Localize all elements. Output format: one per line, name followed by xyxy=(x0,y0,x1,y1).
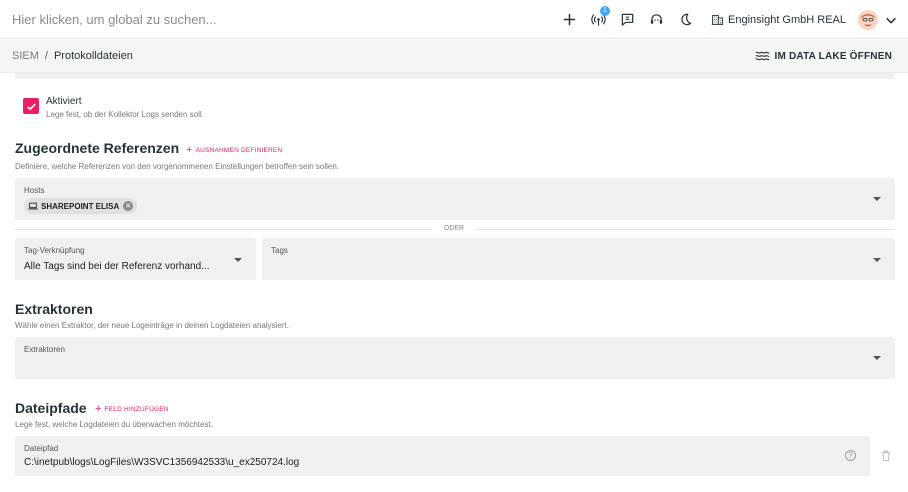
extractors-heading: Extraktoren xyxy=(15,301,93,317)
host-chip[interactable]: SHAREPOINT ELISA ✕ xyxy=(24,198,138,214)
plus-icon: + xyxy=(95,403,102,415)
building-icon xyxy=(711,14,724,25)
extractors-description: Wähle einen Extraktor, der neue Logeintr… xyxy=(15,321,289,330)
tag-link-label: Tag-Verknüpfung xyxy=(24,246,85,255)
laptop-icon xyxy=(28,202,38,210)
filepaths-heading: Dateipfade xyxy=(15,400,87,416)
trash-icon[interactable] xyxy=(881,450,891,461)
add-field-label: FELD HINZUFÜGEN xyxy=(104,406,169,413)
references-heading: Zugeordnete Referenzen xyxy=(15,140,180,156)
activated-label: Aktiviert xyxy=(46,96,82,107)
define-exceptions-label: AUSNAHMEN DEFINIEREN xyxy=(195,147,283,154)
activated-checkbox[interactable] xyxy=(23,98,39,114)
breadcrumb: SIEM / Protokolldateien xyxy=(12,50,133,62)
top-bar: Hier klicken, um global zu suchen... 1 E… xyxy=(0,0,908,39)
activated-description: Lege fest, ob der Kollektor Logs senden … xyxy=(46,110,204,119)
add-field-button[interactable]: + FELD HINZUFÜGEN xyxy=(95,404,169,415)
dropdown-arrow-icon xyxy=(234,258,242,262)
organization-name: Enginsight GmbH REAL xyxy=(728,13,846,26)
extractors-select[interactable]: Extraktoren xyxy=(15,337,895,379)
help-icon[interactable]: ? xyxy=(845,450,856,461)
define-exceptions-button[interactable]: + AUSNAHMEN DEFINIEREN xyxy=(186,145,282,156)
or-divider: ODER xyxy=(443,225,465,232)
check-icon xyxy=(26,103,36,110)
plus-icon: + xyxy=(186,144,193,156)
open-data-lake-button[interactable]: IM DATA LAKE ÖFFNEN xyxy=(755,50,893,62)
organization-switcher[interactable]: Enginsight GmbH REAL xyxy=(711,13,846,26)
waves-icon xyxy=(755,51,770,61)
tags-select[interactable]: Tags xyxy=(262,238,895,280)
top-bar-actions: 1 Enginsight GmbH REAL xyxy=(552,0,908,39)
filepath-label: Dateipfad xyxy=(24,444,59,453)
open-data-lake-label: IM DATA LAKE ÖFFNEN xyxy=(774,50,892,62)
dropdown-arrow-icon xyxy=(873,258,881,262)
chat-icon[interactable] xyxy=(615,8,639,32)
filepaths-description: Lege fest, welche Logdateien du überwach… xyxy=(15,420,213,429)
host-chip-label: SHAREPOINT ELISA xyxy=(41,201,120,211)
hosts-label: Hosts xyxy=(24,186,45,195)
avatar[interactable] xyxy=(858,9,878,30)
hosts-select[interactable]: Hosts SHAREPOINT ELISA ✕ xyxy=(15,178,895,220)
dark-mode-icon[interactable] xyxy=(673,8,697,32)
broadcast-icon[interactable]: 1 xyxy=(586,5,610,32)
dropdown-arrow-icon xyxy=(873,356,881,360)
global-search-input[interactable]: Hier klicken, um global zu suchen... xyxy=(12,12,216,27)
tag-link-select[interactable]: Tag-Verknüpfung Alle Tags sind bei der R… xyxy=(15,238,256,280)
breadcrumb-separator: / xyxy=(44,50,48,62)
tag-link-value: Alle Tags sind bei der Referenz vorhand.… xyxy=(24,261,210,272)
breadcrumb-bar: SIEM / Protokolldateien IM DATA LAKE ÖFFNE… xyxy=(0,40,908,73)
filepath-input[interactable]: Dateipfad C:\inetpub\logs\LogFiles\W3SVC… xyxy=(15,436,870,476)
section-divider xyxy=(15,73,895,79)
remove-chip-icon[interactable]: ✕ xyxy=(123,201,134,211)
chevron-down-icon[interactable] xyxy=(884,13,898,27)
filepath-value: C:\inetpub\logs\LogFiles\W3SVC1356942533… xyxy=(24,457,300,468)
breadcrumb-root[interactable]: SIEM xyxy=(12,50,39,62)
dropdown-arrow-icon xyxy=(873,197,881,201)
breadcrumb-current: Protokolldateien xyxy=(53,50,133,62)
tags-label: Tags xyxy=(271,246,288,255)
extractors-label: Extraktoren xyxy=(24,345,65,354)
notification-badge: 1 xyxy=(600,5,610,16)
references-description: Definiere, welche Referenzen von den vor… xyxy=(15,162,340,171)
add-icon[interactable] xyxy=(557,8,581,32)
support-agent-icon[interactable] xyxy=(644,8,668,32)
